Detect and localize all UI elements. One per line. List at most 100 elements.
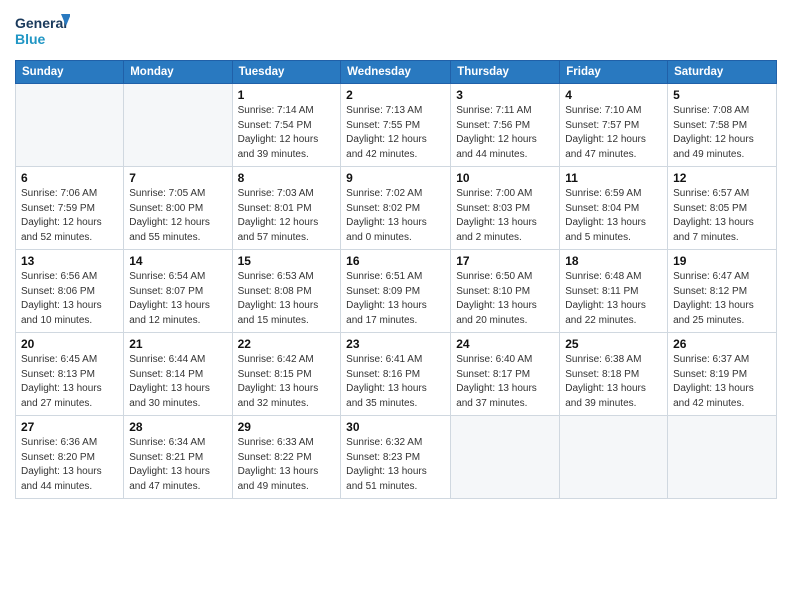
day-number: 14 xyxy=(129,254,226,268)
day-detail: Sunrise: 7:11 AM Sunset: 7:56 PM Dayligh… xyxy=(456,104,554,162)
day-number: 8 xyxy=(238,171,336,185)
day-cell: 11 Sunrise: 6:59 AM Sunset: 8:04 PM Dayli… xyxy=(560,167,668,250)
col-header-thursday: Thursday xyxy=(451,61,560,84)
day-number: 19 xyxy=(673,254,771,268)
day-cell: 6 Sunrise: 7:06 AM Sunset: 7:59 PM Daylig… xyxy=(16,167,124,250)
day-cell: 12Sunrise: 6:57 AM Sunset: 8:05 PM Dayli… xyxy=(668,167,777,250)
col-header-monday: Monday xyxy=(124,61,232,84)
day-detail: Sunrise: 6:59 AM Sunset: 8:04 PM Dayligh… xyxy=(565,187,662,245)
day-number: 11 xyxy=(565,171,662,185)
day-cell: 4 Sunrise: 7:10 AM Sunset: 7:57 PM Daylig… xyxy=(560,84,668,167)
svg-text:General: General xyxy=(15,15,67,31)
day-cell: 24 Sunrise: 6:40 AM Sunset: 8:17 PM Dayli… xyxy=(451,333,560,416)
day-detail: Sunrise: 6:33 AM Sunset: 8:22 PM Dayligh… xyxy=(238,436,336,494)
day-detail: Sunrise: 7:13 AM Sunset: 7:55 PM Dayligh… xyxy=(346,104,445,162)
day-number: 21 xyxy=(129,337,226,351)
day-detail: Sunrise: 6:45 AM Sunset: 8:13 PM Dayligh… xyxy=(21,353,118,411)
day-cell: 28 Sunrise: 6:34 AM Sunset: 8:21 PM Dayli… xyxy=(124,416,232,499)
day-detail: Sunrise: 6:48 AM Sunset: 8:11 PM Dayligh… xyxy=(565,270,662,328)
day-cell: 7 Sunrise: 7:05 AM Sunset: 8:00 PM Daylig… xyxy=(124,167,232,250)
day-detail: Sunrise: 6:40 AM Sunset: 8:17 PM Dayligh… xyxy=(456,353,554,411)
day-detail: Sunrise: 6:57 AM Sunset: 8:05 PM Dayligh… xyxy=(673,187,771,245)
day-cell: 5 Sunrise: 7:08 AM Sunset: 7:58 PM Daylig… xyxy=(668,84,777,167)
day-number: 3 xyxy=(456,88,554,102)
day-detail: Sunrise: 6:36 AM Sunset: 8:20 PM Dayligh… xyxy=(21,436,118,494)
day-cell: 30 Sunrise: 6:32 AM Sunset: 8:23 PM Dayli… xyxy=(341,416,451,499)
day-number: 13 xyxy=(21,254,118,268)
day-detail: Sunrise: 7:03 AM Sunset: 8:01 PM Dayligh… xyxy=(238,187,336,245)
day-number: 2 xyxy=(346,88,445,102)
day-number: 15 xyxy=(238,254,336,268)
day-number: 5 xyxy=(673,88,771,102)
day-detail: Sunrise: 6:32 AM Sunset: 8:23 PM Dayligh… xyxy=(346,436,445,494)
day-number: 18 xyxy=(565,254,662,268)
day-cell: 19 Sunrise: 6:47 AM Sunset: 8:12 PM Dayli… xyxy=(668,250,777,333)
day-number: 26 xyxy=(673,337,771,351)
day-cell xyxy=(560,416,668,499)
day-detail: Sunrise: 6:51 AM Sunset: 8:09 PM Dayligh… xyxy=(346,270,445,328)
week-row-4: 20 Sunrise: 6:45 AM Sunset: 8:13 PM Dayli… xyxy=(16,333,777,416)
day-detail: Sunrise: 7:00 AM Sunset: 8:03 PM Dayligh… xyxy=(456,187,554,245)
day-cell: 20 Sunrise: 6:45 AM Sunset: 8:13 PM Dayli… xyxy=(16,333,124,416)
week-row-1: 1 Sunrise: 7:14 AM Sunset: 7:54 PM Daylig… xyxy=(16,84,777,167)
day-number: 6 xyxy=(21,171,118,185)
day-cell: 16 Sunrise: 6:51 AM Sunset: 8:09 PM Dayli… xyxy=(341,250,451,333)
day-detail: Sunrise: 7:10 AM Sunset: 7:57 PM Dayligh… xyxy=(565,104,662,162)
week-row-5: 27 Sunrise: 6:36 AM Sunset: 8:20 PM Dayli… xyxy=(16,416,777,499)
day-number: 20 xyxy=(21,337,118,351)
col-header-tuesday: Tuesday xyxy=(232,61,341,84)
day-number: 27 xyxy=(21,420,118,434)
day-cell: 10 Sunrise: 7:00 AM Sunset: 8:03 PM Dayli… xyxy=(451,167,560,250)
day-detail: Sunrise: 7:14 AM Sunset: 7:54 PM Dayligh… xyxy=(238,104,336,162)
day-number: 29 xyxy=(238,420,336,434)
svg-text:Blue: Blue xyxy=(15,31,46,47)
day-number: 30 xyxy=(346,420,445,434)
day-detail: Sunrise: 6:50 AM Sunset: 8:10 PM Dayligh… xyxy=(456,270,554,328)
header: General Blue xyxy=(15,10,777,52)
logo: General Blue xyxy=(15,10,70,52)
day-cell: 27 Sunrise: 6:36 AM Sunset: 8:20 PM Dayli… xyxy=(16,416,124,499)
day-detail: Sunrise: 6:53 AM Sunset: 8:08 PM Dayligh… xyxy=(238,270,336,328)
day-detail: Sunrise: 6:44 AM Sunset: 8:14 PM Dayligh… xyxy=(129,353,226,411)
day-cell xyxy=(124,84,232,167)
day-detail: Sunrise: 6:37 AM Sunset: 8:19 PM Dayligh… xyxy=(673,353,771,411)
day-cell: 23Sunrise: 6:41 AM Sunset: 8:16 PM Dayli… xyxy=(341,333,451,416)
day-detail: Sunrise: 6:47 AM Sunset: 8:12 PM Dayligh… xyxy=(673,270,771,328)
day-detail: Sunrise: 6:38 AM Sunset: 8:18 PM Dayligh… xyxy=(565,353,662,411)
day-detail: Sunrise: 6:54 AM Sunset: 8:07 PM Dayligh… xyxy=(129,270,226,328)
day-number: 17 xyxy=(456,254,554,268)
day-cell: 8 Sunrise: 7:03 AM Sunset: 8:01 PM Daylig… xyxy=(232,167,341,250)
day-cell: 13Sunrise: 6:56 AM Sunset: 8:06 PM Dayli… xyxy=(16,250,124,333)
page: General Blue SundayMondayTuesdayWednesda… xyxy=(0,0,792,612)
day-cell: 21 Sunrise: 6:44 AM Sunset: 8:14 PM Dayli… xyxy=(124,333,232,416)
day-detail: Sunrise: 6:34 AM Sunset: 8:21 PM Dayligh… xyxy=(129,436,226,494)
day-cell: 17 Sunrise: 6:50 AM Sunset: 8:10 PM Dayli… xyxy=(451,250,560,333)
day-number: 22 xyxy=(238,337,336,351)
day-cell: 14 Sunrise: 6:54 AM Sunset: 8:07 PM Dayli… xyxy=(124,250,232,333)
day-detail: Sunrise: 6:42 AM Sunset: 8:15 PM Dayligh… xyxy=(238,353,336,411)
day-detail: Sunrise: 7:08 AM Sunset: 7:58 PM Dayligh… xyxy=(673,104,771,162)
day-number: 24 xyxy=(456,337,554,351)
day-number: 16 xyxy=(346,254,445,268)
day-cell: 2 Sunrise: 7:13 AM Sunset: 7:55 PM Daylig… xyxy=(341,84,451,167)
col-header-wednesday: Wednesday xyxy=(341,61,451,84)
day-number: 7 xyxy=(129,171,226,185)
day-number: 28 xyxy=(129,420,226,434)
day-number: 1 xyxy=(238,88,336,102)
day-number: 4 xyxy=(565,88,662,102)
day-detail: Sunrise: 7:06 AM Sunset: 7:59 PM Dayligh… xyxy=(21,187,118,245)
day-number: 10 xyxy=(456,171,554,185)
day-cell: 18 Sunrise: 6:48 AM Sunset: 8:11 PM Dayli… xyxy=(560,250,668,333)
day-detail: Sunrise: 7:05 AM Sunset: 8:00 PM Dayligh… xyxy=(129,187,226,245)
calendar-table: SundayMondayTuesdayWednesdayThursdayFrid… xyxy=(15,60,777,499)
col-header-sunday: Sunday xyxy=(16,61,124,84)
day-cell xyxy=(668,416,777,499)
day-cell: 26 Sunrise: 6:37 AM Sunset: 8:19 PM Dayli… xyxy=(668,333,777,416)
day-number: 25 xyxy=(565,337,662,351)
col-header-friday: Friday xyxy=(560,61,668,84)
day-cell: 1 Sunrise: 7:14 AM Sunset: 7:54 PM Daylig… xyxy=(232,84,341,167)
week-row-3: 13Sunrise: 6:56 AM Sunset: 8:06 PM Dayli… xyxy=(16,250,777,333)
day-cell: 22 Sunrise: 6:42 AM Sunset: 8:15 PM Dayli… xyxy=(232,333,341,416)
day-detail: Sunrise: 7:02 AM Sunset: 8:02 PM Dayligh… xyxy=(346,187,445,245)
day-number: 23 xyxy=(346,337,445,351)
